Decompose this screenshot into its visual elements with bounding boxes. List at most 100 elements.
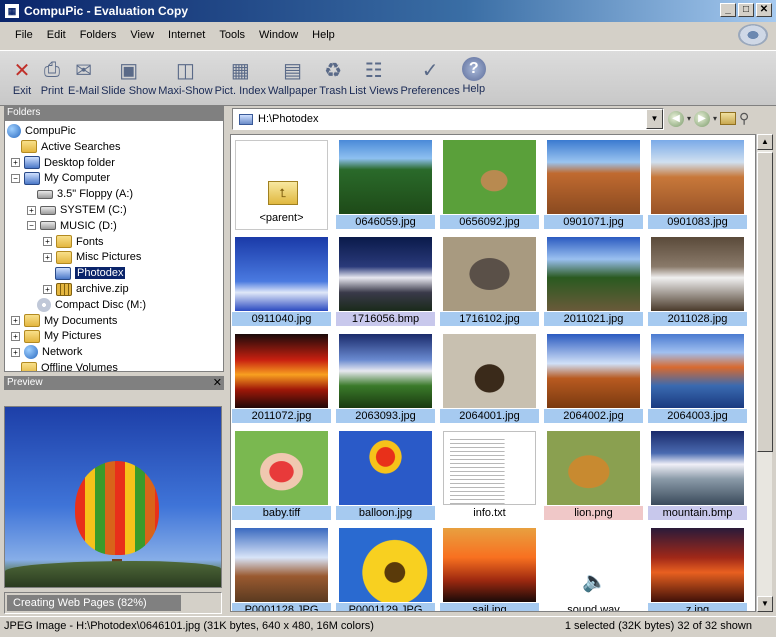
- thumbnail-caption: 2064002.jpg: [544, 409, 643, 423]
- thumbnail-image: [235, 431, 328, 505]
- tree-item[interactable]: Offline Volumes: [21, 360, 118, 371]
- expand-icon[interactable]: +: [43, 252, 52, 262]
- tree-item[interactable]: + Desktop folder: [11, 155, 115, 171]
- tree-item[interactable]: Active Searches: [21, 139, 120, 155]
- minimize-button[interactable]: _: [720, 3, 736, 17]
- tree-item[interactable]: CompuPic: [7, 123, 76, 139]
- expand-icon[interactable]: +: [27, 205, 36, 215]
- forward-dropdown-icon[interactable]: ▾: [713, 114, 717, 123]
- thumbnail-item[interactable]: balloon.jpg: [336, 428, 435, 522]
- slide-show-button[interactable]: ▣ Slide Show: [101, 51, 156, 98]
- thumbnail-item[interactable]: 2064003.jpg: [648, 331, 747, 425]
- thumbnail-item[interactable]: 1716102.jpg: [440, 234, 539, 328]
- back-icon[interactable]: ◀: [668, 110, 684, 127]
- tree-item[interactable]: + Network: [11, 344, 82, 360]
- menu-edit[interactable]: Edit: [40, 26, 73, 44]
- thumbnail-item[interactable]: sail.jpg: [440, 525, 539, 611]
- thumbnail-item[interactable]: P0001128.JPG: [232, 525, 331, 611]
- thumbnail-item[interactable]: 2011028.jpg: [648, 234, 747, 328]
- tree-item[interactable]: 3.5" Floppy (A:): [37, 186, 133, 202]
- e-mail-button[interactable]: ✉ E-Mail: [68, 51, 99, 98]
- list-views-button[interactable]: ☷ List Views: [349, 51, 398, 98]
- tree-item[interactable]: + My Documents: [11, 313, 117, 329]
- help-button[interactable]: ? Help: [461, 51, 486, 95]
- tree-item[interactable]: + Misc Pictures: [43, 249, 141, 265]
- forward-icon[interactable]: ▶: [694, 110, 711, 127]
- thumbnail-item[interactable]: 🔈 sound.wav: [544, 525, 643, 611]
- expand-icon[interactable]: +: [43, 237, 52, 247]
- maximize-button[interactable]: □: [738, 3, 754, 17]
- thumbnail-item[interactable]: 2011072.jpg: [232, 331, 331, 425]
- thumbnail-item[interactable]: 0901071.jpg: [544, 137, 643, 231]
- thumbnail-image: [339, 334, 432, 408]
- wallpaper-button[interactable]: ▤ Wallpaper: [268, 51, 317, 98]
- thumbnail-item[interactable]: 1716056.bmp: [336, 234, 435, 328]
- thumbnail-item[interactable]: 0911040.jpg: [232, 234, 331, 328]
- thumbnail-item[interactable]: 2011021.jpg: [544, 234, 643, 328]
- thumbnail-item[interactable]: 0656092.jpg: [440, 137, 539, 231]
- menu-help[interactable]: Help: [305, 26, 342, 44]
- thumbnail-item[interactable]: lion.png: [544, 428, 643, 522]
- exit-button[interactable]: ✕ Exit: [8, 51, 36, 98]
- thumbnail-item[interactable]: 0646059.jpg: [336, 137, 435, 231]
- vertical-scrollbar[interactable]: ▲ ▼: [756, 134, 773, 612]
- close-preview-icon[interactable]: ✕: [213, 376, 222, 390]
- menu-file[interactable]: File: [8, 26, 40, 44]
- path-combobox[interactable]: H:\Photodex ▼: [232, 108, 664, 130]
- thumbnail-item[interactable]: 2064002.jpg: [544, 331, 643, 425]
- tree-item[interactable]: + Fonts: [43, 234, 104, 250]
- expand-icon[interactable]: +: [11, 331, 20, 341]
- scroll-down-button[interactable]: ▼: [757, 596, 773, 612]
- maxi-show-button[interactable]: ◫ Maxi-Show: [158, 51, 212, 98]
- pict-index-button[interactable]: ▦ Pict. Index: [215, 51, 266, 98]
- tree-item[interactable]: − MUSIC (D:): [27, 218, 117, 234]
- tree-item[interactable]: + My Pictures: [11, 328, 101, 344]
- thumbnail-item[interactable]: 2063093.jpg: [336, 331, 435, 425]
- scroll-thumb[interactable]: [757, 152, 773, 452]
- search-icon[interactable]: ⚲: [739, 110, 749, 127]
- back-dropdown-icon[interactable]: ▾: [687, 114, 691, 123]
- path-dropdown-button[interactable]: ▼: [646, 109, 663, 129]
- scroll-up-button[interactable]: ▲: [757, 134, 773, 150]
- thumbnail-item[interactable]: baby.tiff: [232, 428, 331, 522]
- thumbnail-item[interactable]: info.txt: [440, 428, 539, 522]
- tree-item[interactable]: + archive.zip: [43, 281, 129, 297]
- menu-internet[interactable]: Internet: [161, 26, 212, 44]
- preferences-button[interactable]: ✓ Preferences: [400, 51, 459, 98]
- print-button[interactable]: ⎙ Print: [38, 51, 66, 98]
- expand-icon[interactable]: +: [11, 316, 20, 326]
- thumbnail-image: [547, 431, 640, 505]
- menu-window[interactable]: Window: [252, 26, 305, 44]
- expand-icon[interactable]: +: [11, 158, 20, 168]
- thumbnail-caption: 1716056.bmp: [336, 312, 435, 326]
- thumbnail-item[interactable]: 2064001.jpg: [440, 331, 539, 425]
- menu-folders[interactable]: Folders: [73, 26, 124, 44]
- close-button[interactable]: ✕: [756, 3, 772, 17]
- thumbnail-item[interactable]: mountain.bmp: [648, 428, 747, 522]
- thumbnail-image: [339, 528, 432, 602]
- thumbnail-item[interactable]: z.jpg: [648, 525, 747, 611]
- thumbnail-image: [339, 237, 432, 311]
- collapse-icon[interactable]: −: [27, 221, 36, 231]
- menu-view[interactable]: View: [123, 26, 161, 44]
- tree-item-label: Network: [42, 346, 83, 359]
- expand-icon[interactable]: +: [11, 347, 20, 357]
- folder-tree[interactable]: CompuPic Active Searches + Desktop folder − M…: [4, 120, 224, 372]
- tree-item[interactable]: Photodex: [55, 265, 126, 281]
- expand-icon[interactable]: +: [43, 284, 52, 294]
- tree-item[interactable]: + SYSTEM (C:): [27, 202, 127, 218]
- menu-tools[interactable]: Tools: [212, 26, 252, 44]
- up-folder-icon[interactable]: [720, 112, 737, 125]
- thumbnail-image: [235, 237, 328, 311]
- thumbnail-item[interactable]: ⮤ <parent>: [232, 137, 331, 231]
- zip-icon: [56, 282, 72, 296]
- thumbnail-caption: mountain.bmp: [648, 506, 747, 520]
- thumbnail-caption: 0646059.jpg: [336, 215, 435, 229]
- collapse-icon[interactable]: −: [11, 173, 20, 183]
- tree-item[interactable]: Compact Disc (M:): [37, 297, 146, 313]
- trash-button[interactable]: ♻ Trash: [319, 51, 347, 98]
- thumbnail-caption: 0901083.jpg: [648, 215, 747, 229]
- thumbnail-item[interactable]: 0901083.jpg: [648, 137, 747, 231]
- tree-item[interactable]: − My Computer: [11, 170, 110, 186]
- thumbnail-item[interactable]: P0001129.JPG: [336, 525, 435, 611]
